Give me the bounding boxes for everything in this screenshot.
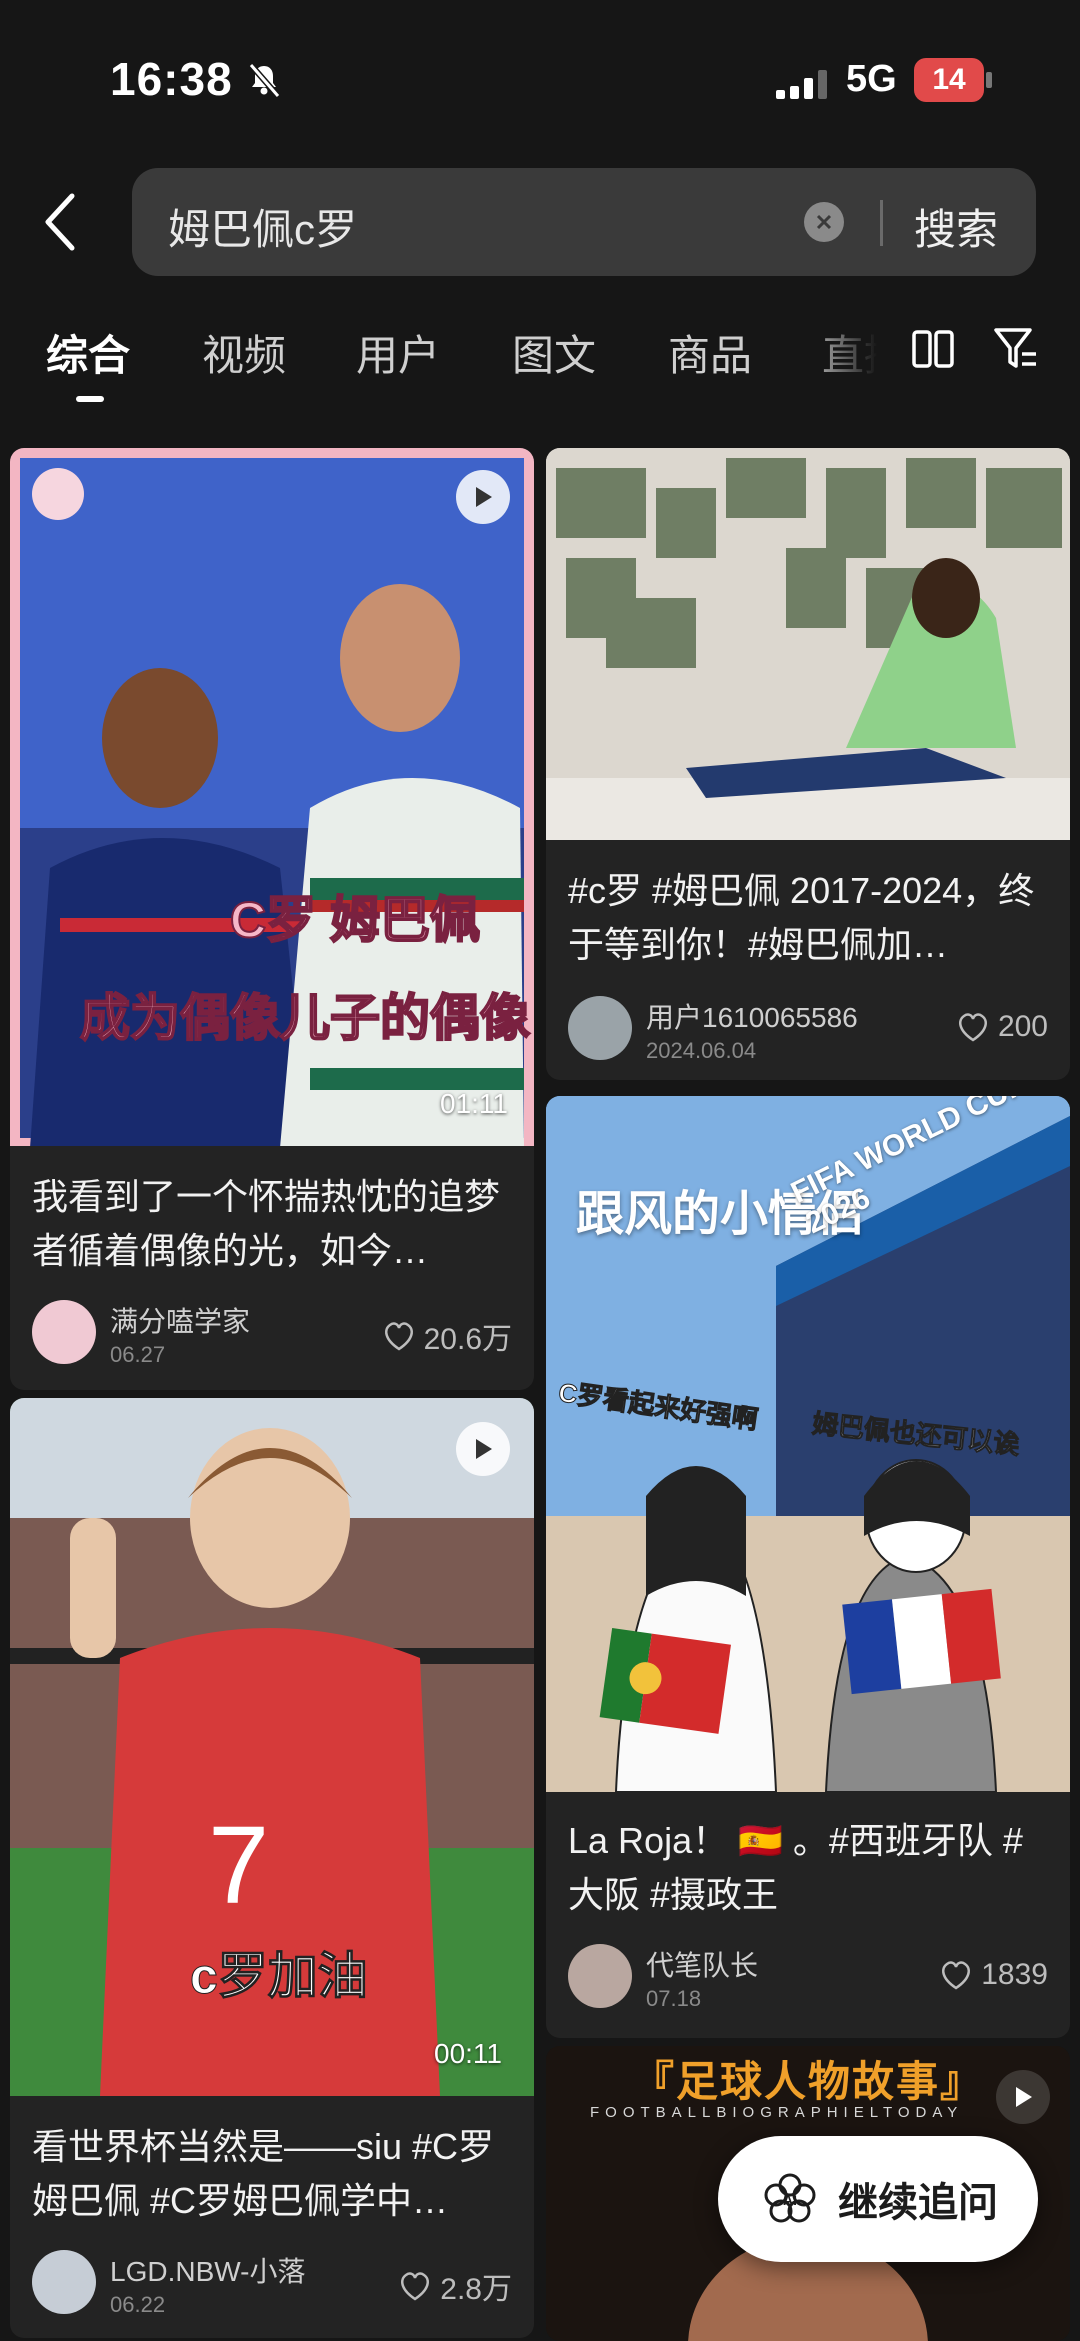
battery-indicator: 14 (914, 58, 984, 102)
overlay-subtitle: FOOTBALLBIOGRAPHIELTODAY (590, 2104, 964, 2121)
dual-column-layout-icon[interactable] (910, 328, 956, 374)
close-icon (816, 214, 832, 230)
heart-icon (384, 1322, 413, 1351)
feed-card[interactable]: 7 c罗加油 00:11 看世界杯当然是——siu #C罗姆巴佩 #C罗姆巴佩学… (10, 1398, 534, 2338)
active-tab-indicator (76, 396, 104, 402)
like-count[interactable]: 20.6万 (382, 1314, 512, 1358)
play-button[interactable] (996, 2070, 1050, 2124)
video-thumbnail: 7 c罗加油 00:11 (10, 1398, 534, 2096)
like-count[interactable]: 1839 (939, 1958, 1048, 1992)
search-divider (880, 200, 883, 246)
play-icon (476, 487, 492, 507)
video-duration: 00:11 (434, 2038, 502, 2069)
like-count-value: 2.8万 (440, 2273, 512, 2306)
card-title[interactable]: 看世界杯当然是——siu #C罗姆巴佩 #C罗姆巴佩学中… (32, 2120, 512, 2228)
author-name[interactable]: 满分嗑学家 (110, 1300, 250, 1340)
like-count[interactable]: 200 (956, 1010, 1048, 1044)
overlay-caption-1: C罗 姆巴佩 (229, 891, 481, 949)
ai-flower-icon: AI (764, 2173, 816, 2223)
author-avatar[interactable] (568, 1944, 632, 2008)
cellular-signal-icon (776, 70, 827, 99)
feed-card[interactable]: 跟风的小情侣 FIFA WORLD CUP 2026 C罗看起来好强啊 姆巴佩也… (546, 1096, 1070, 2038)
overlay-title: 『足球人物故事』 (632, 2058, 985, 2105)
like-count[interactable]: 2.8万 (398, 2264, 512, 2308)
feed-card[interactable]: C罗 姆巴佩 成为偶像儿子的偶像 01:11 我看到了一个怀揣热忱的追梦者循着偶… (10, 448, 534, 1390)
heart-icon (942, 1961, 971, 1990)
post-date: 06.22 (110, 2292, 166, 2317)
clear-search-button[interactable] (804, 202, 844, 242)
play-icon (1016, 2087, 1032, 2107)
play-button[interactable] (456, 470, 510, 524)
post-date: 2024.06.04 (646, 1038, 757, 1063)
tab-video[interactable]: 视频 (202, 322, 286, 383)
author-avatar[interactable] (32, 1300, 96, 1364)
play-icon (476, 1439, 492, 1459)
video-duration: 01:11 (440, 1088, 508, 1119)
mute-bell-icon (248, 63, 281, 98)
ai-badge: AI (783, 2192, 797, 2208)
tab-products[interactable]: 商品 (668, 322, 752, 383)
image-thumbnail (546, 448, 1070, 840)
continue-ask-label: 继续追问 (838, 2181, 998, 2225)
continue-ask-button[interactable]: AI 继续追问 (718, 2136, 1038, 2262)
jersey-number: 7 (208, 1804, 270, 1927)
play-button[interactable] (456, 1422, 510, 1476)
heart-icon (958, 1013, 987, 1042)
filter-icon[interactable] (992, 324, 1038, 374)
card-title[interactable]: La Roja！ 🇪🇸 。#西班牙队 #大阪 #摄政王 (568, 1814, 1048, 1922)
post-date: 06.27 (110, 1342, 166, 1367)
battery-tip (986, 72, 992, 88)
thumbnail-art (546, 448, 1070, 840)
like-count-value: 1839 (981, 1958, 1048, 1991)
creator-avatar-badge (32, 468, 84, 520)
status-time: 16:38 (110, 53, 233, 105)
author-name[interactable]: LGD.NBW-小落 (110, 2250, 306, 2290)
search-query: 姆巴佩c罗 (168, 206, 358, 253)
feed-card[interactable]: #c罗 #姆巴佩 2017-2024，终于等到你！#姆巴佩加… 用户161006… (546, 448, 1070, 1080)
overlay-caption-2: 成为偶像儿子的偶像 (79, 989, 531, 1047)
back-arrow-icon[interactable] (40, 190, 80, 254)
author-avatar[interactable] (568, 996, 632, 1060)
image-thumbnail: 跟风的小情侣 FIFA WORLD CUP 2026 C罗看起来好强啊 姆巴佩也… (546, 1096, 1070, 1792)
overlay-caption: c罗加油 (190, 1948, 369, 2005)
network-type: 5G (846, 58, 897, 100)
search-button[interactable]: 搜索 (914, 196, 998, 257)
tab-fade (800, 310, 910, 390)
tab-image-text[interactable]: 图文 (512, 322, 596, 383)
like-count-value: 20.6万 (423, 1323, 512, 1356)
author-avatar[interactable] (32, 2250, 96, 2314)
tab-users[interactable]: 用户 (356, 322, 440, 383)
heart-icon (401, 2272, 430, 2301)
author-name[interactable]: 代笔队长 (646, 1944, 758, 1984)
card-title[interactable]: 我看到了一个怀揣热忱的追梦者循着偶像的光，如今… (32, 1170, 512, 1278)
video-thumbnail: C罗 姆巴佩 成为偶像儿子的偶像 01:11 (10, 448, 534, 1146)
post-date: 07.18 (646, 1986, 702, 2011)
tab-comprehensive[interactable]: 综合 (46, 322, 130, 383)
author-name[interactable]: 用户1610065586 (646, 996, 858, 1036)
card-title[interactable]: #c罗 #姆巴佩 2017-2024，终于等到你！#姆巴佩加… (568, 864, 1048, 972)
like-count-value: 200 (997, 1010, 1048, 1043)
